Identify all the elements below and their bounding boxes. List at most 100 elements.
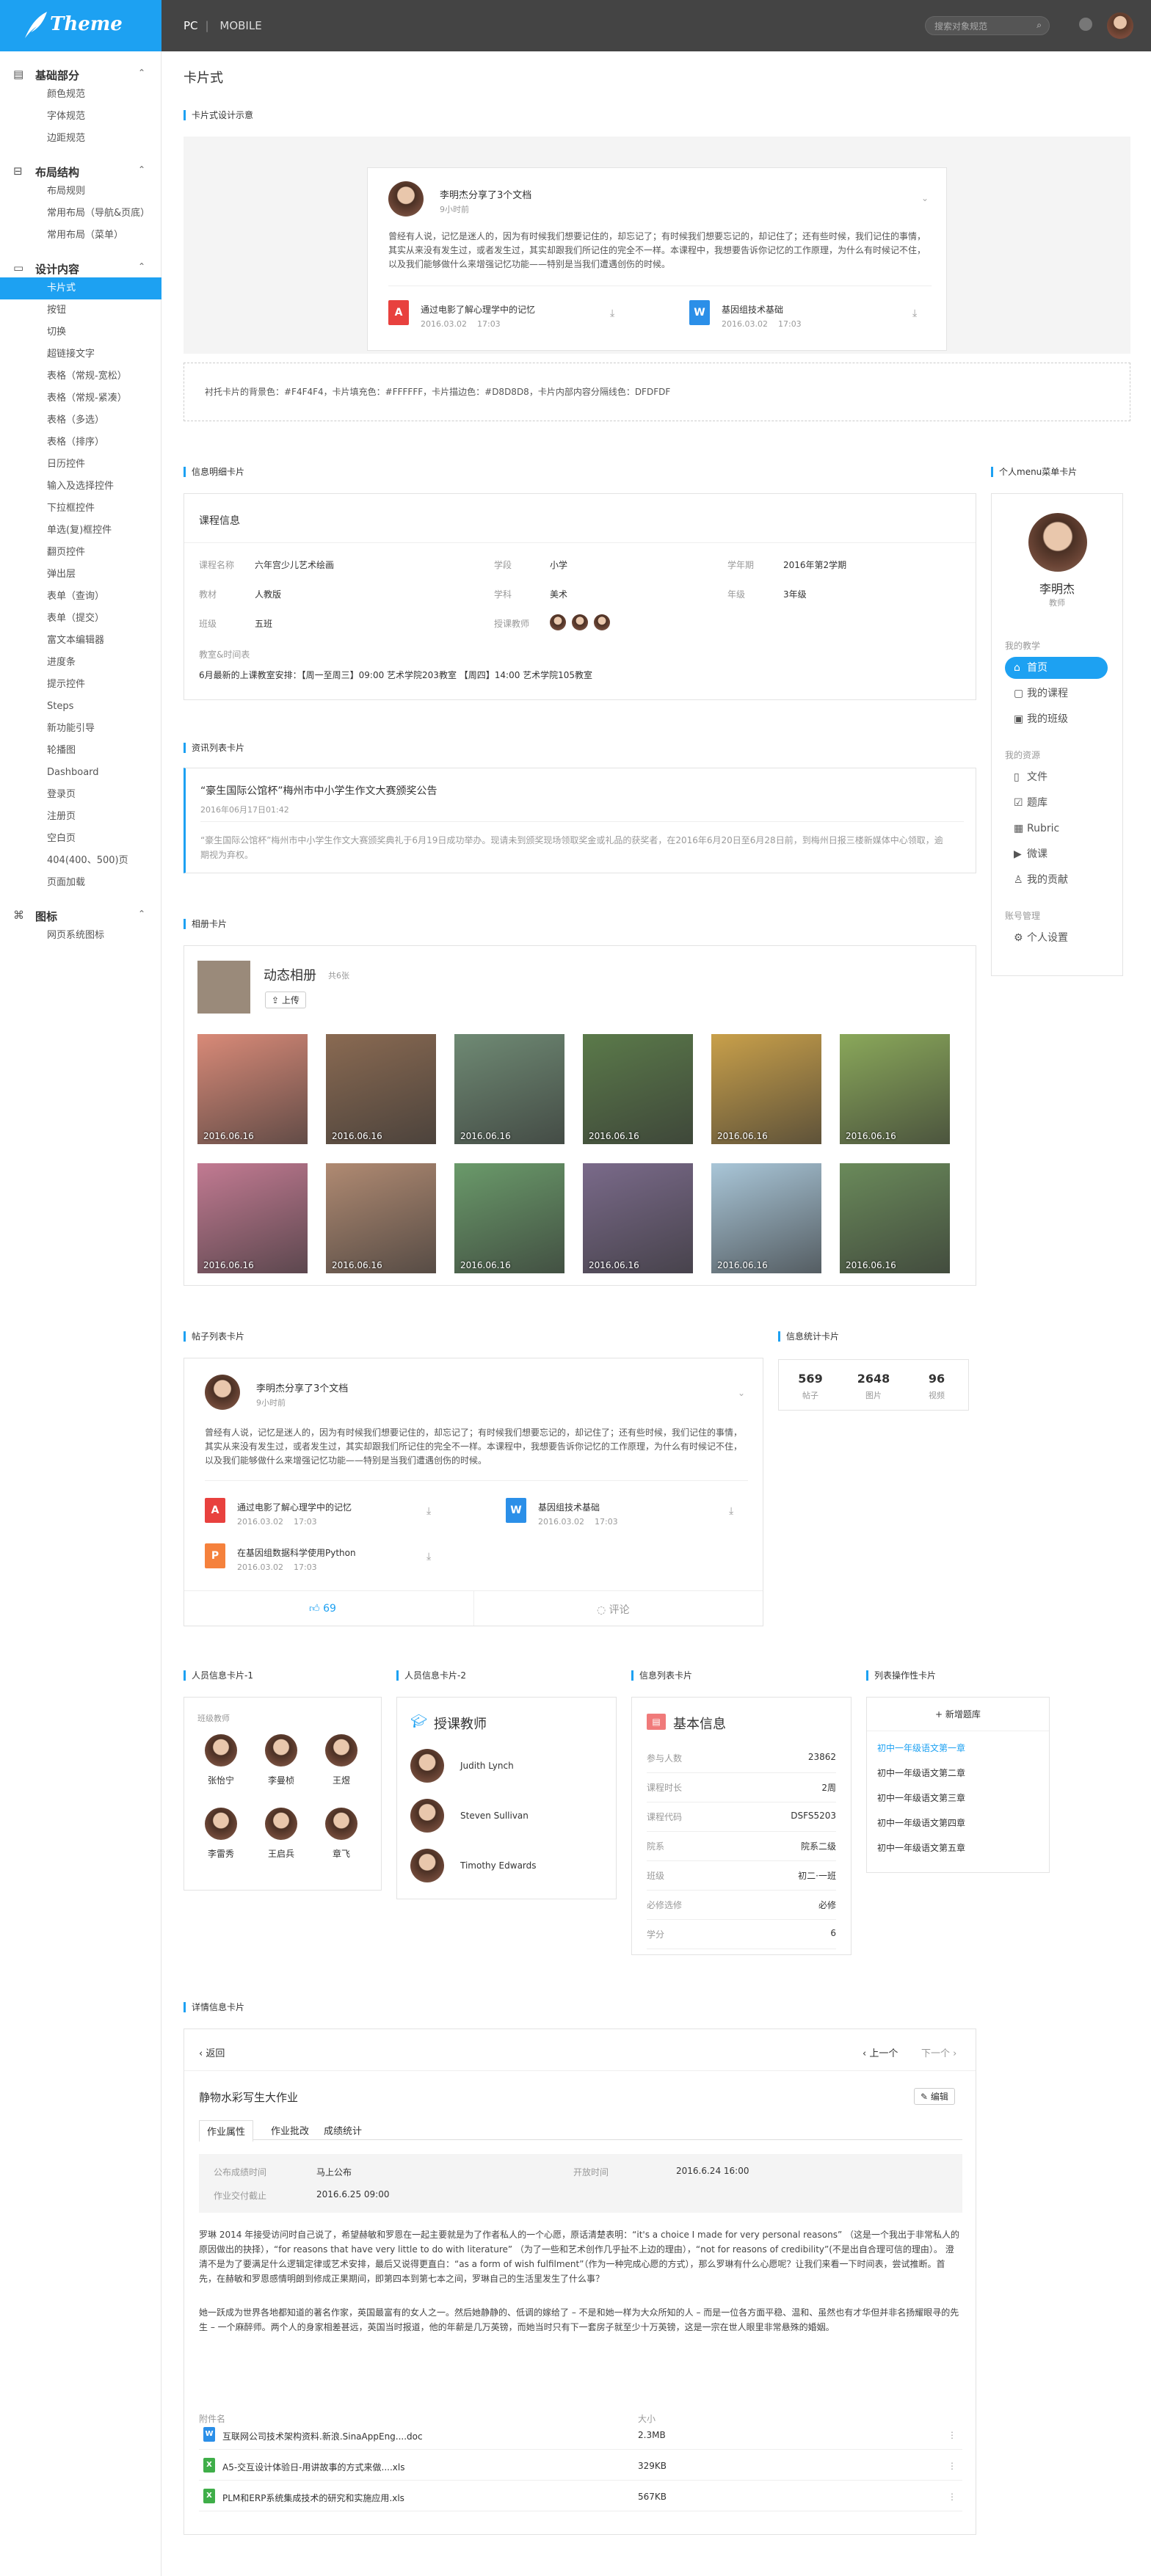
menu-item[interactable]: ▦ Rubric: [1005, 818, 1108, 840]
sidebar-item[interactable]: Steps: [0, 696, 161, 718]
sidebar-item[interactable]: 常用布局（菜单）: [0, 225, 161, 247]
tab-stats[interactable]: 成绩统计: [324, 2123, 362, 2137]
album-photo[interactable]: 2016.06.16: [454, 1163, 564, 1273]
list-item[interactable]: 初中一年级语文第一章: [877, 1742, 965, 1754]
author-avatar[interactable]: [205, 1375, 240, 1410]
tab-properties[interactable]: 作业属性: [199, 2120, 254, 2142]
person-avatar[interactable]: [410, 1799, 444, 1833]
sidebar-item[interactable]: 翻页控件: [0, 542, 161, 564]
sidebar-item[interactable]: 富文本编辑器: [0, 630, 161, 652]
chevron-up-icon[interactable]: ⌃: [138, 164, 145, 175]
album-photo[interactable]: 2016.06.16: [711, 1034, 821, 1144]
download-icon[interactable]: ⤓: [610, 308, 614, 319]
next-button[interactable]: 下一个 ›: [921, 2045, 956, 2059]
search-icon[interactable]: ⌕: [1036, 20, 1042, 31]
sidebar-group[interactable]: ⌘ 图标 ⌃: [0, 909, 161, 923]
sidebar-item[interactable]: 登录页: [0, 784, 161, 806]
sidebar-item[interactable]: 按钮: [0, 299, 161, 321]
add-bank-button[interactable]: + 新增题库: [867, 1698, 1049, 1731]
prev-button[interactable]: ‹ 上一个: [863, 2045, 898, 2059]
person-avatar[interactable]: [265, 1734, 297, 1767]
sidebar-item[interactable]: 页面加载: [0, 872, 161, 894]
download-icon[interactable]: ⤓: [426, 1505, 431, 1517]
back-button[interactable]: ‹ 返回: [199, 2045, 225, 2059]
download-icon[interactable]: ⤓: [729, 1505, 733, 1517]
album-photo[interactable]: 2016.06.16: [326, 1034, 436, 1144]
person-avatar[interactable]: [325, 1808, 357, 1840]
menu-item[interactable]: ♙ 我的贡献: [1005, 869, 1108, 891]
person-avatar[interactable]: [205, 1734, 237, 1767]
file-name[interactable]: 基因组技术基础: [722, 303, 783, 316]
more-icon[interactable]: ⋮: [948, 2461, 956, 2471]
sidebar-item[interactable]: 网页系统图标: [0, 925, 161, 947]
attachment-name[interactable]: PLM和ERP系统集成技术的研究和实施应用.xls: [222, 2492, 404, 2504]
sidebar-group[interactable]: ▤ 基础部分 ⌃: [0, 68, 161, 82]
logo[interactable]: Theme: [0, 0, 161, 51]
sidebar-item[interactable]: 布局规则: [0, 181, 161, 203]
file-name[interactable]: 通过电影了解心理学中的记忆: [237, 1501, 352, 1513]
comment-button[interactable]: ◌ 评论: [597, 1602, 630, 1617]
sidebar-group[interactable]: ⊟ 布局结构 ⌃: [0, 164, 161, 179]
chevron-up-icon[interactable]: ⌃: [138, 68, 145, 78]
chevron-up-icon[interactable]: ⌃: [138, 909, 145, 919]
sidebar-item[interactable]: 字体规范: [0, 106, 161, 128]
sidebar-item[interactable]: 边距规范: [0, 128, 161, 150]
sidebar-item[interactable]: 弹出层: [0, 564, 161, 586]
sidebar-item[interactable]: 提示控件: [0, 674, 161, 696]
profile-avatar[interactable]: [1028, 513, 1087, 572]
menu-item[interactable]: ▶ 微课: [1005, 843, 1108, 865]
person-avatar[interactable]: [410, 1849, 444, 1882]
album-photo[interactable]: 2016.06.16: [840, 1034, 950, 1144]
album-cover[interactable]: [197, 961, 250, 1014]
list-item[interactable]: 初中一年级语文第二章: [877, 1767, 965, 1779]
sidebar-item[interactable]: 表格（多选）: [0, 410, 161, 432]
sidebar-item[interactable]: 单选(复)框控件: [0, 520, 161, 542]
sidebar-item[interactable]: 404(400、500)页: [0, 850, 161, 872]
upload-button[interactable]: ⇪ 上传: [265, 992, 306, 1008]
album-photo[interactable]: 2016.06.16: [454, 1034, 564, 1144]
album-photo[interactable]: 2016.06.16: [840, 1163, 950, 1273]
attachment-name[interactable]: 互联网公司技术架构资料.新浪.SinaAppEng....doc: [222, 2430, 423, 2442]
chevron-up-icon[interactable]: ⌃: [138, 261, 145, 272]
author-avatar[interactable]: [388, 181, 424, 217]
sidebar-item[interactable]: 表单（查询）: [0, 586, 161, 608]
download-icon[interactable]: ⤓: [912, 308, 917, 319]
sidebar-item[interactable]: 表格（排序）: [0, 432, 161, 454]
person-avatar[interactable]: [265, 1808, 297, 1840]
news-card[interactable]: “豪生国际公馆杯”梅州市中小学生作文大赛颁奖公告 2016年06月17日01:4…: [184, 768, 976, 873]
sidebar-item[interactable]: 轮播图: [0, 740, 161, 762]
sidebar-item[interactable]: 超链接文字: [0, 343, 161, 365]
sidebar-item[interactable]: 输入及选择控件: [0, 476, 161, 498]
more-icon[interactable]: ⋮: [948, 2430, 956, 2440]
chevron-down-icon[interactable]: ⌄: [738, 1388, 745, 1398]
person-avatar[interactable]: [325, 1734, 357, 1767]
user-avatar[interactable]: [1107, 12, 1133, 39]
list-item[interactable]: 初中一年级语文第四章: [877, 1816, 965, 1829]
menu-item[interactable]: ⚙ 个人设置: [1005, 927, 1108, 949]
sidebar-item[interactable]: 表单（提交）: [0, 608, 161, 630]
sidebar-item[interactable]: 表格（常规-紧凑）: [0, 388, 161, 410]
tab-mobile[interactable]: MOBILE: [219, 19, 261, 32]
sidebar-item[interactable]: 下拉框控件: [0, 498, 161, 520]
tab-pc[interactable]: PC: [184, 19, 198, 32]
album-photo[interactable]: 2016.06.16: [583, 1034, 693, 1144]
sidebar-item[interactable]: 空白页: [0, 828, 161, 850]
sidebar-item[interactable]: 常用布局（导航&页底）: [0, 203, 161, 225]
album-photo[interactable]: 2016.06.16: [197, 1163, 308, 1273]
sidebar-item[interactable]: 注册页: [0, 806, 161, 828]
like-button[interactable]: 👍︎ 69: [309, 1602, 336, 1615]
edit-button[interactable]: ✎ 编辑: [914, 2088, 955, 2105]
news-title[interactable]: “豪生国际公馆杯”梅州市中小学生作文大赛颁奖公告: [200, 783, 437, 798]
teacher-avatar[interactable]: [572, 614, 588, 630]
file-name[interactable]: 基因组技术基础: [538, 1501, 600, 1513]
sidebar-item[interactable]: Dashboard: [0, 762, 161, 784]
sidebar-item[interactable]: 进度条: [0, 652, 161, 674]
sidebar-item[interactable]: 切换: [0, 321, 161, 343]
menu-item[interactable]: ▯ 文件: [1005, 766, 1108, 788]
menu-item[interactable]: ▣ 我的班级: [1005, 708, 1108, 730]
search-input[interactable]: 搜索对象规范 ⌕: [925, 16, 1050, 35]
sidebar-item[interactable]: 表格（常规-宽松）: [0, 365, 161, 388]
album-photo[interactable]: 2016.06.16: [583, 1163, 693, 1273]
sidebar-item[interactable]: 颜色规范: [0, 84, 161, 106]
sidebar-item[interactable]: 新功能引导: [0, 718, 161, 740]
